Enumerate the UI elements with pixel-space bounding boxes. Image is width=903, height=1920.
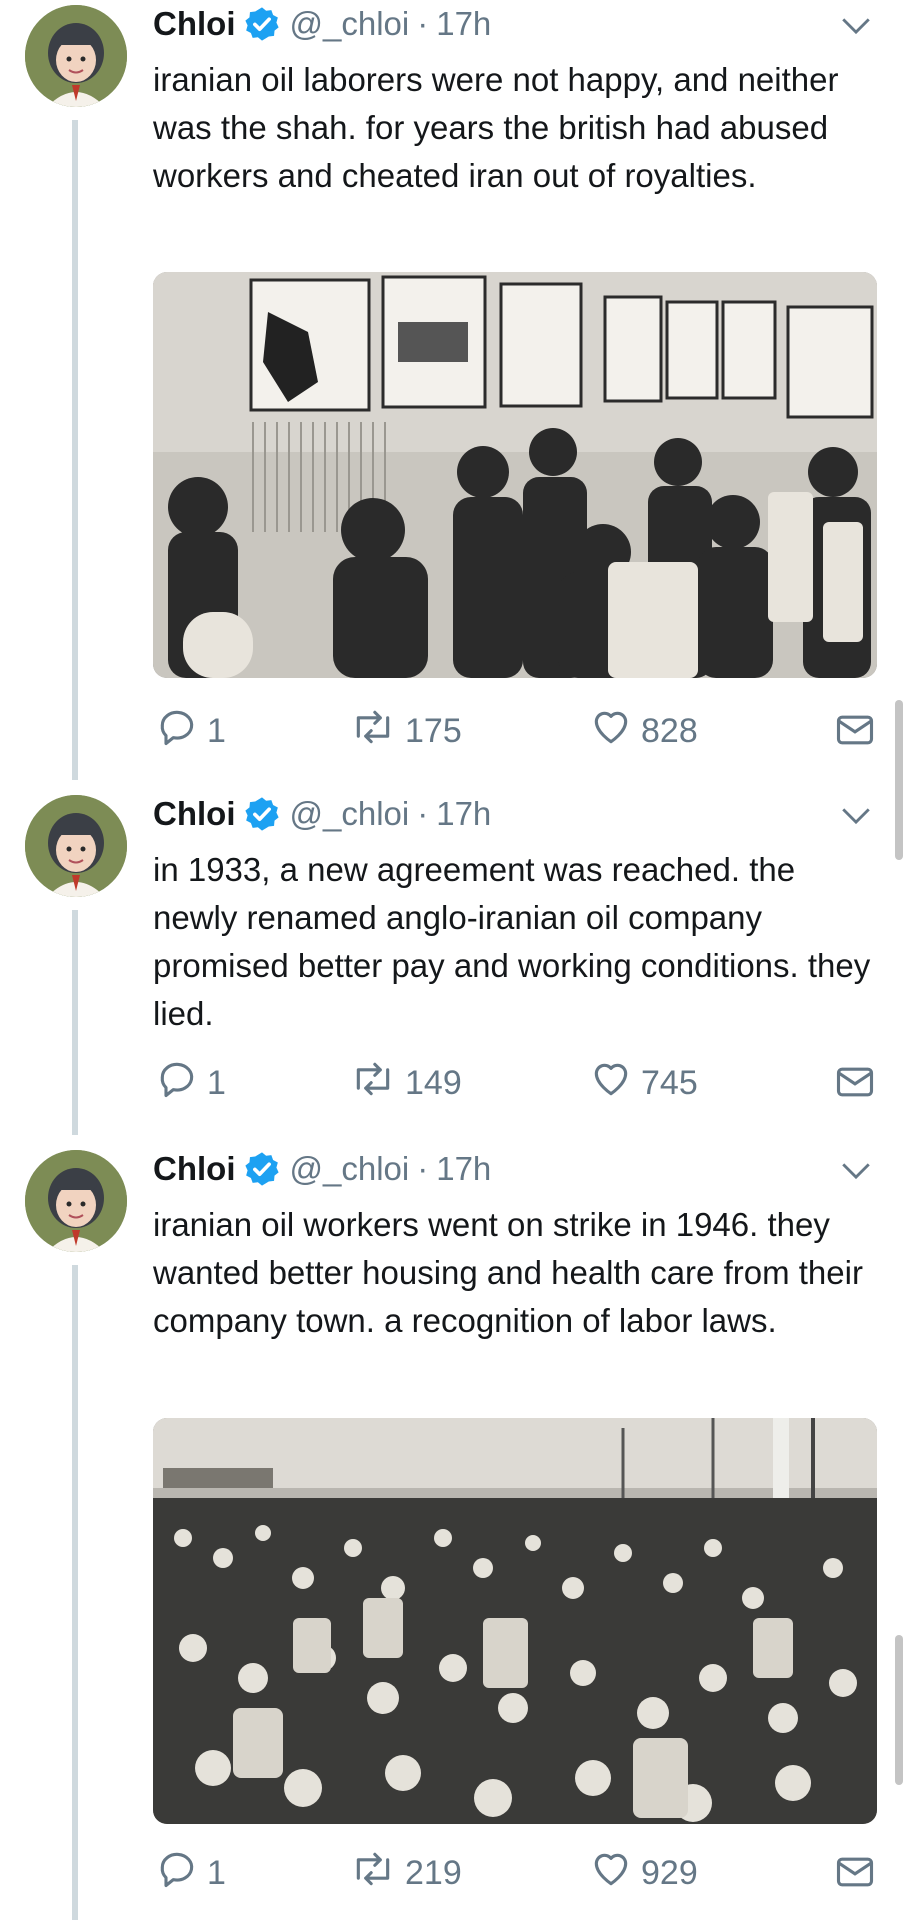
tweet-media-photo[interactable]	[153, 1418, 877, 1824]
retweet-icon	[349, 705, 405, 758]
avatar[interactable]	[25, 795, 127, 897]
display-name[interactable]: Chloi	[153, 5, 235, 43]
reply-icon	[155, 1057, 207, 1110]
tweet-actions: 1 149 745	[153, 1060, 877, 1106]
verified-badge-icon	[243, 5, 281, 43]
separator: ·	[417, 5, 429, 42]
chevron-down-icon[interactable]	[839, 8, 873, 42]
retweet-count: 219	[405, 1853, 462, 1892]
separator: ·	[417, 1150, 429, 1187]
tweet[interactable]: Chloi @_chloi · 17h iranian oil workers …	[0, 1145, 903, 1920]
direct-message-icon[interactable]	[833, 1060, 877, 1113]
reply-button[interactable]: 1	[155, 1850, 226, 1896]
verified-badge-icon	[243, 795, 281, 833]
retweet-button[interactable]: 149	[349, 1060, 462, 1106]
retweet-button[interactable]: 219	[349, 1850, 462, 1896]
tweet-text: in 1933, a new agreement was reached. th…	[153, 851, 871, 1032]
direct-message-icon[interactable]	[833, 1850, 877, 1903]
display-name[interactable]: Chloi	[153, 1150, 235, 1188]
retweet-icon	[349, 1057, 405, 1110]
chevron-down-icon[interactable]	[839, 1153, 873, 1187]
avatar[interactable]	[25, 1150, 127, 1252]
tweet-header: Chloi @_chloi · 17h	[153, 1149, 491, 1189]
timestamp[interactable]: 17h	[436, 1150, 491, 1188]
like-count: 745	[641, 1063, 698, 1102]
tweet-media-photo[interactable]	[153, 272, 877, 678]
handle[interactable]: @_chloi	[289, 795, 409, 833]
avatar[interactable]	[25, 5, 127, 107]
direct-message-icon[interactable]	[833, 708, 877, 761]
like-icon	[589, 705, 641, 758]
timestamp[interactable]: 17h	[436, 795, 491, 833]
tweet-header: Chloi @_chloi · 17h	[153, 4, 491, 44]
display-name[interactable]: Chloi	[153, 795, 235, 833]
reply-button[interactable]: 1	[155, 1060, 226, 1106]
workers-photo	[153, 272, 877, 678]
retweet-count: 149	[405, 1063, 462, 1102]
like-count: 929	[641, 1853, 698, 1892]
tweet-text: iranian oil laborers were not happy, and…	[153, 61, 839, 194]
reply-button[interactable]: 1	[155, 708, 226, 754]
avatar-illustration	[25, 1150, 127, 1252]
tweet-actions: 1 219 929	[153, 1850, 877, 1896]
reply-count: 1	[207, 711, 226, 750]
reply-icon	[155, 1847, 207, 1900]
avatar-illustration	[25, 795, 127, 897]
like-button[interactable]: 828	[589, 708, 698, 754]
reply-icon	[155, 705, 207, 758]
like-button[interactable]: 929	[589, 1850, 698, 1896]
handle[interactable]: @_chloi	[289, 1150, 409, 1188]
tweet-header: Chloi @_chloi · 17h	[153, 794, 491, 834]
tweet-text: iranian oil workers went on strike in 19…	[153, 1206, 863, 1339]
handle[interactable]: @_chloi	[289, 5, 409, 43]
chevron-down-icon[interactable]	[839, 798, 873, 832]
like-button[interactable]: 745	[589, 1060, 698, 1106]
like-icon	[589, 1847, 641, 1900]
tweet[interactable]: Chloi @_chloi · 17h iranian oil laborers…	[0, 0, 903, 780]
retweet-button[interactable]: 175	[349, 708, 462, 754]
avatar-illustration	[25, 5, 127, 107]
crowd-photo	[153, 1418, 877, 1824]
reply-count: 1	[207, 1853, 226, 1892]
tweet-actions: 1 175 828	[153, 708, 877, 754]
verified-badge-icon	[243, 1150, 281, 1188]
retweet-icon	[349, 1847, 405, 1900]
like-count: 828	[641, 711, 698, 750]
like-icon	[589, 1057, 641, 1110]
separator: ·	[417, 795, 429, 832]
reply-count: 1	[207, 1063, 226, 1102]
retweet-count: 175	[405, 711, 462, 750]
tweet[interactable]: Chloi @_chloi · 17h in 1933, a new agree…	[0, 790, 903, 1140]
timestamp[interactable]: 17h	[436, 5, 491, 43]
